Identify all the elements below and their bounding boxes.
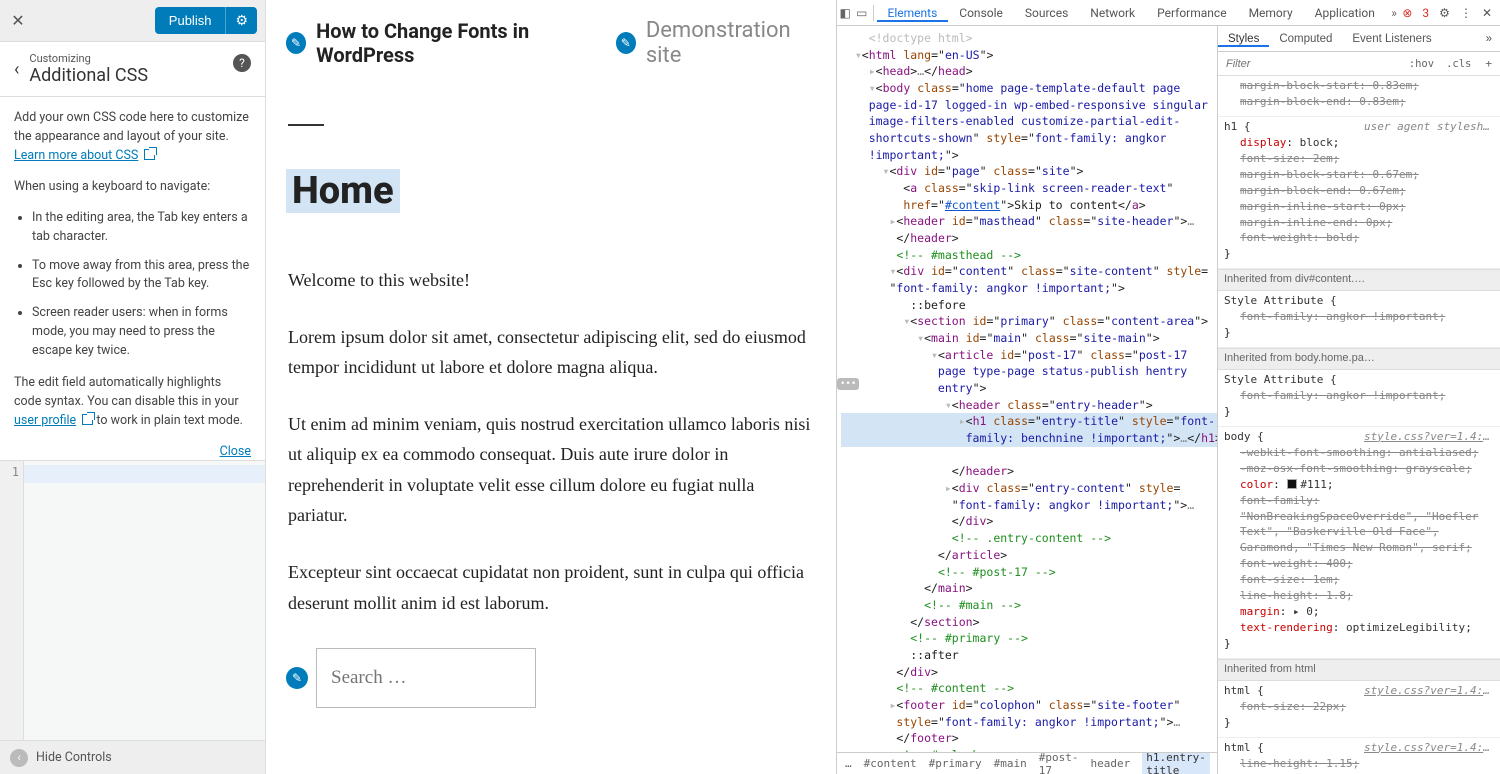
styles-subtab-event-listeners[interactable]: Event Listeners: [1342, 33, 1441, 45]
keyboard-tips-list: In the editing area, the Tab key enters …: [14, 209, 251, 360]
list-item: To move away from this area, press the E…: [32, 257, 251, 295]
devtools-panel: ◧ ▭ ElementsConsoleSourcesNetworkPerform…: [836, 0, 1500, 774]
breadcrumb-item[interactable]: #primary: [929, 757, 982, 770]
highlight-text-2: to work in plain text mode.: [93, 413, 243, 428]
cls-toggle[interactable]: .cls: [1440, 58, 1477, 70]
device-toolbar-icon[interactable]: ▭: [853, 6, 869, 20]
list-item: In the editing area, the Tab key enters …: [32, 209, 251, 247]
css-rule[interactable]: html {style.css?ver=1.4:220font-size: 22…: [1218, 681, 1500, 738]
styles-panel: StylesComputedEvent Listeners » :hov .cl…: [1218, 26, 1500, 774]
devtools-tab-sources[interactable]: Sources: [1014, 6, 1079, 20]
customizer-section-header: ‹ Customizing Additional CSS ?: [0, 42, 265, 97]
search-form: ✎: [286, 648, 816, 708]
external-link-icon: [82, 414, 93, 425]
devtools-tab-performance[interactable]: Performance: [1146, 6, 1237, 20]
inherited-separator: Inherited from div#content.…: [1218, 269, 1500, 291]
css-rule[interactable]: body {style.css?ver=1.4:221-webkit-font-…: [1218, 427, 1500, 659]
site-preview: ✎ How to Change Fonts in WordPress ✎ Dem…: [266, 0, 836, 774]
css-rule[interactable]: Style Attribute {font-family: angkor !im…: [1218, 291, 1500, 348]
settings-gear-icon[interactable]: ⚙: [1439, 6, 1450, 20]
customizer-description: Add your own CSS code here to customize …: [0, 97, 265, 460]
more-menu-icon[interactable]: ⋮: [1460, 6, 1472, 20]
publish-button[interactable]: Publish: [155, 7, 226, 34]
edit-shortcut-icon[interactable]: ✎: [286, 32, 306, 54]
styles-subtab-styles[interactable]: Styles: [1218, 33, 1269, 47]
chevron-left-icon: ‹: [10, 749, 28, 767]
breadcrumb-item[interactable]: header: [1090, 757, 1130, 770]
code-line[interactable]: [24, 465, 265, 483]
paragraph: Ut enim ad minim veniam, quis nostrud ex…: [288, 409, 814, 531]
breadcrumb-item[interactable]: …: [845, 757, 852, 770]
css-rules-list[interactable]: margin-block-start: 0.83em;margin-block-…: [1218, 76, 1500, 774]
hide-controls-button[interactable]: ‹ Hide Controls: [0, 740, 265, 774]
breadcrumb-item[interactable]: #post-17: [1039, 752, 1079, 774]
site-title[interactable]: How to Change Fonts in WordPress: [316, 19, 606, 67]
css-rule[interactable]: h1 {user agent stylesheetdisplay: block;…: [1218, 117, 1500, 269]
highlight-text: The edit field automatically highlights …: [14, 375, 239, 409]
title-rule: [288, 124, 324, 126]
wp-customizer-panel: ✕ Publish ⚙ ‹ Customizing Additional CSS…: [0, 0, 266, 774]
devtools-main: <!doctype html> ▾<html lang="en-US"> ▸<h…: [837, 26, 1500, 774]
error-count[interactable]: 3: [1422, 6, 1429, 20]
styles-subtab-computed[interactable]: Computed: [1269, 33, 1342, 45]
devtools-tab-application[interactable]: Application: [1304, 6, 1386, 20]
devtools-tab-memory[interactable]: Memory: [1238, 6, 1304, 20]
breadcrumb-item[interactable]: #main: [994, 757, 1027, 770]
css-rule[interactable]: html {style.css?ver=1.4:188line-height: …: [1218, 738, 1500, 774]
inherited-separator: Inherited from body.home.pa…: [1218, 348, 1500, 370]
tabs-overflow-icon[interactable]: »: [1386, 6, 1402, 20]
intro-text: Add your own CSS code here to customize …: [14, 110, 249, 144]
styles-filter-bar: :hov .cls +: [1218, 52, 1500, 76]
search-input[interactable]: [316, 648, 536, 708]
edit-shortcut-icon[interactable]: ✎: [616, 32, 636, 54]
dom-tree[interactable]: <!doctype html> ▾<html lang="en-US"> ▸<h…: [837, 26, 1217, 752]
site-header: ✎ How to Change Fonts in WordPress ✎ Dem…: [286, 18, 816, 68]
breadcrumb-item[interactable]: h1.entry-title: [1142, 752, 1210, 774]
css-code-editor[interactable]: 1: [0, 460, 265, 740]
close-customizer-button[interactable]: ✕: [8, 11, 28, 30]
devtools-tab-elements[interactable]: Elements: [877, 6, 949, 22]
devtools-tab-network[interactable]: Network: [1079, 6, 1146, 20]
customizing-label: Customizing: [29, 52, 148, 65]
styles-tabs: StylesComputedEvent Listeners »: [1218, 26, 1500, 52]
user-profile-link[interactable]: user profile: [14, 413, 76, 428]
section-title: Additional CSS: [29, 65, 148, 86]
site-tagline: Demonstration site: [646, 18, 816, 68]
publish-settings-button[interactable]: ⚙: [225, 7, 257, 34]
line-number-gutter: 1: [0, 461, 24, 740]
close-devtools-icon[interactable]: ✕: [1482, 6, 1492, 20]
breadcrumb-item[interactable]: #content: [864, 757, 917, 770]
inspect-icon[interactable]: ◧: [837, 6, 853, 20]
css-rule[interactable]: margin-block-start: 0.83em;margin-block-…: [1218, 76, 1500, 117]
learn-more-css-link[interactable]: Learn more about CSS: [14, 148, 138, 163]
back-button[interactable]: ‹: [14, 59, 19, 80]
styles-filter-input[interactable]: [1218, 58, 1403, 70]
hov-toggle[interactable]: :hov: [1403, 58, 1440, 70]
new-rule-button[interactable]: +: [1477, 57, 1500, 70]
entry-title: Home: [286, 169, 400, 213]
external-link-icon: [144, 149, 155, 160]
css-rule[interactable]: Style Attribute {font-family: angkor !im…: [1218, 370, 1500, 427]
keyboard-heading: When using a keyboard to navigate:: [14, 178, 251, 197]
customizer-topbar: ✕ Publish ⚙: [0, 0, 265, 42]
dom-breadcrumbs[interactable]: … #content #primary #main #post-17 header h1.e…: [837, 752, 1217, 774]
list-item: Screen reader users: when in forms mode,…: [32, 304, 251, 360]
devtools-tab-console[interactable]: Console: [948, 6, 1014, 20]
inherited-separator: Inherited from html: [1218, 659, 1500, 681]
styles-tabs-overflow-icon[interactable]: »: [1478, 33, 1500, 45]
paragraph: Lorem ipsum dolor sit amet, consectetur …: [288, 322, 814, 383]
paragraph: Excepteur sint occaecat cupidatat non pr…: [288, 557, 814, 618]
paragraph: Welcome to this website!: [288, 265, 814, 296]
close-description-link[interactable]: Close: [220, 444, 251, 459]
help-icon[interactable]: ?: [233, 54, 251, 72]
entry-content: Welcome to this website! Lorem ipsum dol…: [286, 265, 816, 618]
edit-shortcut-icon[interactable]: ✎: [286, 667, 308, 689]
devtools-topbar: ◧ ▭ ElementsConsoleSourcesNetworkPerform…: [837, 0, 1500, 26]
